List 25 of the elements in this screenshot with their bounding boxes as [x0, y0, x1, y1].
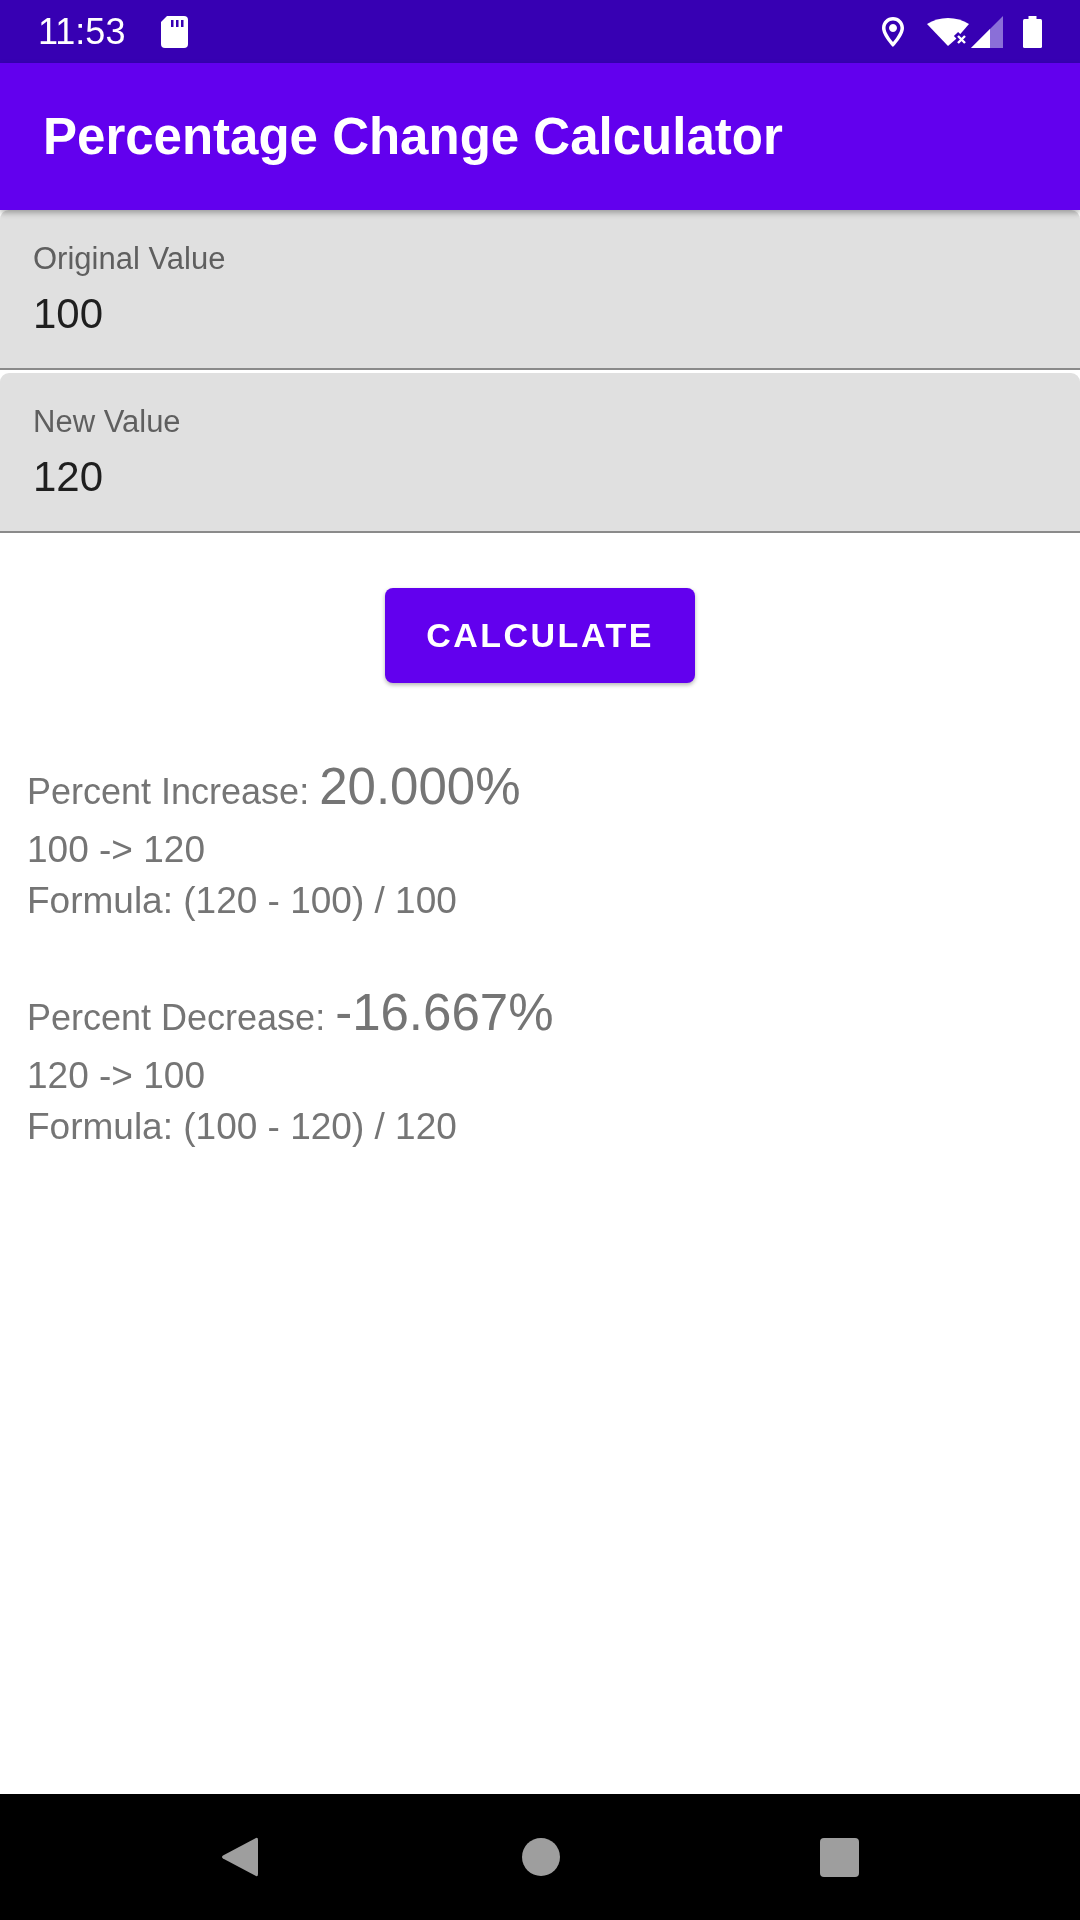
location-pin-icon — [881, 15, 905, 48]
value-change-text: 100 -> 120 — [27, 828, 205, 872]
formula-text: Formula: (100 - 120) / 120 — [27, 1105, 457, 1149]
value-change-text: 120 -> 100 — [27, 1054, 205, 1098]
text-input-field[interactable]: New Value 120 — [0, 373, 1080, 533]
field-value-input[interactable]: 120 — [33, 452, 1047, 502]
result-label: Percent Decrease: — [27, 997, 326, 1038]
status-time: 11:53 — [38, 11, 126, 52]
battery-icon — [1023, 15, 1042, 48]
recents-icon[interactable] — [820, 1837, 859, 1877]
formula-text: Formula: (120 - 100) / 100 — [27, 879, 457, 923]
app-title: Percentage Change Calculator — [43, 106, 783, 167]
floating-label: Original Value — [33, 240, 226, 278]
result-value: 20.000% — [319, 758, 521, 815]
floating-label: New Value — [33, 403, 181, 441]
wifi-no-internet-icon — [927, 17, 969, 46]
signal-icon — [971, 15, 1003, 48]
home-icon[interactable] — [522, 1838, 560, 1876]
result-value: -16.667% — [335, 984, 554, 1041]
result-label: Percent Increase: — [27, 771, 310, 812]
field-value-input[interactable]: 100 — [33, 289, 1047, 339]
sd-card-icon — [161, 15, 189, 48]
text-input-field[interactable]: Original Value 100 — [0, 210, 1080, 370]
calculate-button[interactable]: CALCULATE — [385, 588, 695, 683]
back-icon[interactable] — [221, 1836, 258, 1878]
